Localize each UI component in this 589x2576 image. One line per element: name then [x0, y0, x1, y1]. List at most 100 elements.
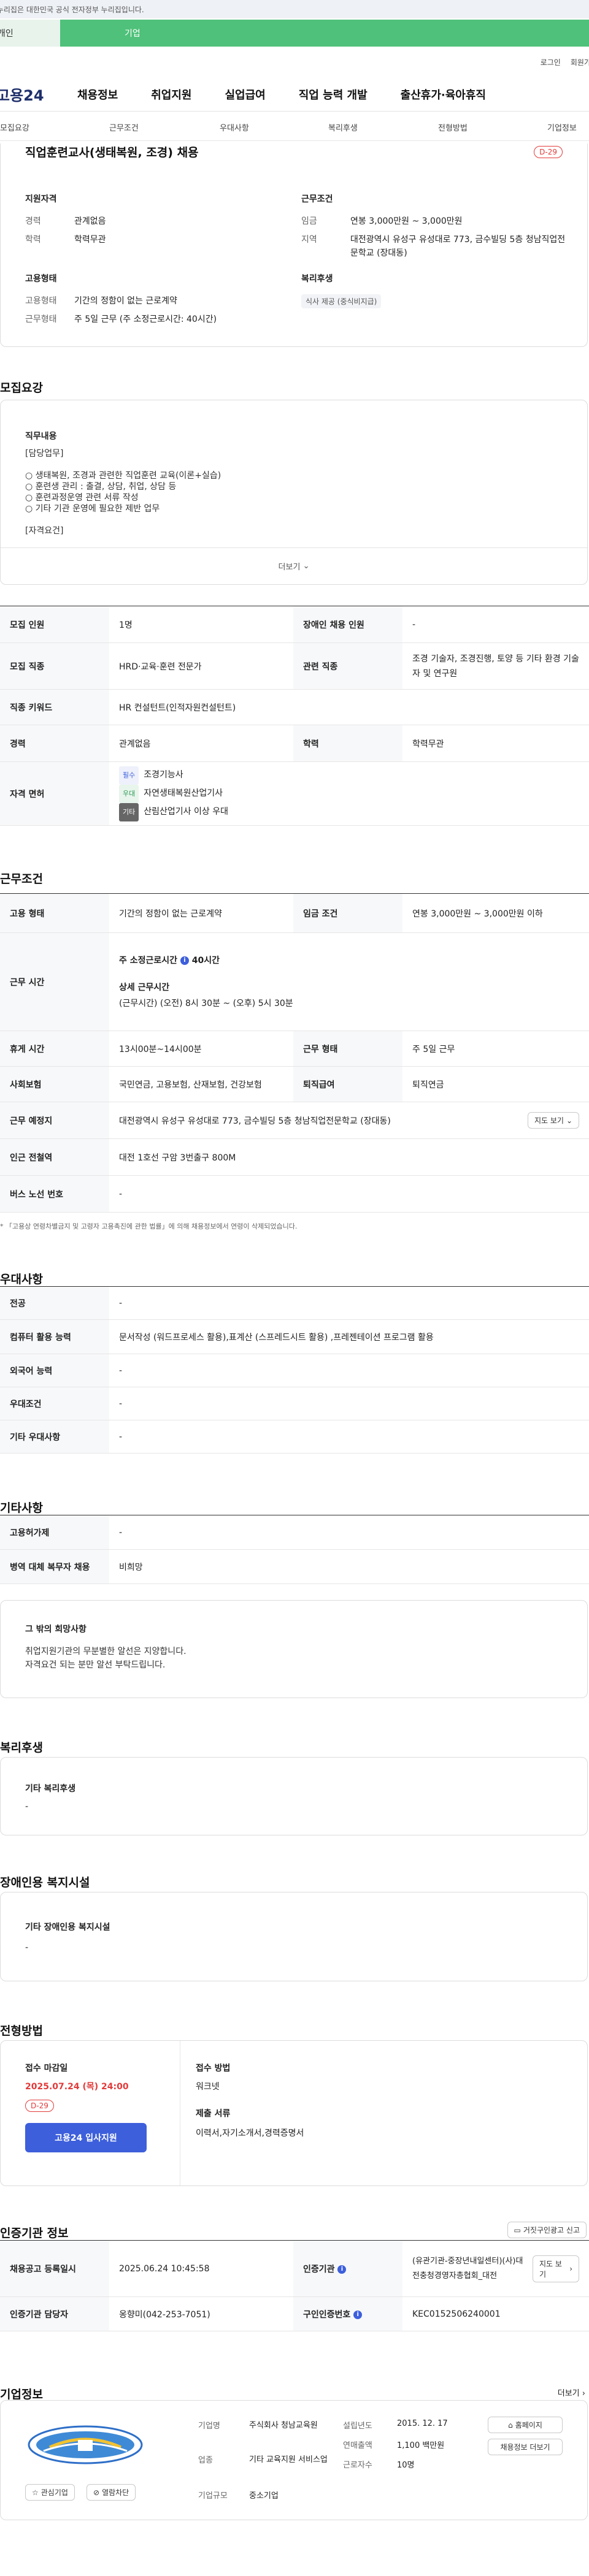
company-more-label: 더보기 [557, 2389, 580, 2398]
section-nav-recruit[interactable]: 모집요강 [0, 121, 29, 133]
company-jobs-button[interactable]: 채용정보 더보기 [488, 2439, 563, 2455]
td-worktype: 주 5일 근무 [402, 1031, 589, 1067]
global-nav: 고용24 채용정보 취업지원 실업급여 직업 능력 개발 출산휴가·육아휴직 [0, 77, 589, 112]
chevron-right-icon: › [569, 2264, 572, 2273]
disability-heading-wrap: 장애인용 복지시설 [0, 1835, 589, 1892]
block-icon: ⊘ [93, 2488, 100, 2497]
sales-key: 연매출액 [343, 2441, 372, 2450]
welfare-card: 기타 복리후생 - [0, 1757, 588, 1835]
th-insurance: 사회보험 [0, 1066, 109, 1102]
tab-personal-label: 개인 [0, 29, 13, 39]
company-logo [25, 2423, 145, 2467]
logo[interactable]: 고용24 [0, 83, 64, 105]
disability-card: 기타 장애인용 복지시설 - [0, 1892, 588, 1981]
company-card: ☆ 관심기업 ⊘ 열람차단 기업명 주식회사 청남교육원 업종 기타 교육지원 서비… [0, 2400, 588, 2520]
homepage-button[interactable]: ⌂ 홈페이지 [488, 2417, 563, 2433]
wage-value: 연봉 3,000만원 ~ 3,000만원 [350, 216, 463, 226]
hope-title: 그 밖의 희망사항 [25, 1625, 87, 1634]
agency-map-button[interactable]: 지도 보기 › [533, 2255, 579, 2282]
th-career: 경력 [0, 725, 109, 762]
login-link[interactable]: 로그인 [541, 57, 561, 67]
info-icon[interactable]: i [180, 956, 189, 965]
hope-line: 취업지원기관의 무분별한 알선은 지양합니다. [25, 1647, 187, 1656]
agency-map-label: 지도 보기 [539, 2259, 562, 2279]
recruit-section-title: 모집요강 [0, 381, 43, 395]
th-related: 관련 직종 [293, 642, 402, 690]
cond-block: 근무조건 임금 연봉 3,000만원 ~ 3,000만원 지역 대전광역시 유성구 … [301, 192, 571, 265]
info-icon[interactable]: i [353, 2310, 363, 2319]
name-value: 주식회사 청남교육원 [249, 2421, 318, 2430]
th-lang: 외국어 능력 [0, 1354, 109, 1387]
cert-table: 채용공고 등록일시 2025.06.24 10:45:58 인증기관 i (유관… [0, 2240, 589, 2331]
th-agency: 인증기관 i [293, 2240, 402, 2297]
th-job: 모집 직종 [0, 642, 109, 690]
job-line: ○ 생태복원, 조경과 관련한 직업훈련 교육(이론+실습) [25, 471, 221, 481]
welfare-title: 기타 복리후생 [25, 1784, 76, 1794]
license-name: 자연생태복원산업기사 [144, 788, 223, 798]
td-cond: - [109, 1387, 589, 1420]
section-nav-welfare[interactable]: 복리후생 [328, 121, 358, 133]
hope-body: 취업지원기관의 무분별한 알선은 지양합니다. 자격요건 되는 분만 알선 부탁… [25, 1645, 187, 1672]
company-more-link[interactable]: 더보기 › [558, 2387, 585, 2398]
welfare-heading-wrap: 복리후생 [0, 1698, 589, 1757]
age-note: * 「고용상 연령차별금지 및 고령자 고용촉진에 관한 법률」에 의해 채용정… [0, 1222, 298, 1230]
section-nav-pref[interactable]: 우대사항 [220, 121, 249, 133]
more-button[interactable]: 더보기 ⌄ [1, 547, 587, 584]
map-button[interactable]: 지도 보기 ⌄ [527, 1112, 579, 1129]
apply-button[interactable]: 고용24 입사지원 [25, 2123, 147, 2152]
etc-section-title: 기타사항 [0, 1501, 43, 1515]
td-reg: 2025.06.24 10:45:58 [109, 2240, 293, 2297]
company-section-title: 기업정보 [0, 2388, 43, 2401]
td-manager: 옹향미(042-253-7051) [109, 2296, 293, 2331]
section-nav-selection[interactable]: 전형방법 [438, 121, 468, 133]
star-icon: ☆ [32, 2488, 39, 2497]
hours-detail-label: 상세 근무시간 [119, 982, 170, 993]
gnb-item-leave[interactable]: 출산휴가·육아휴직 [401, 86, 486, 102]
th-num: 구인인증번호 i [293, 2296, 402, 2331]
company-logo-image [28, 2425, 143, 2464]
td-emptype: 기간의 정함이 없는 근로계약 [109, 893, 293, 933]
section-nav-work[interactable]: 근무조건 [109, 121, 139, 133]
td-computer: 문서작성 (워드프로세스 활용),표계산 (스프레드시트 활용) ,프레젠테이션… [109, 1319, 589, 1354]
section-nav: 모집요강 근무조건 우대사항 복리후생 전형방법 기업정보 [0, 112, 589, 141]
th-hours: 근무 시간 [0, 932, 109, 1031]
th-bus: 버스 노선 번호 [0, 1175, 109, 1213]
section-nav-company[interactable]: 기업정보 [547, 121, 577, 133]
th-worktype: 근무 형태 [293, 1031, 402, 1067]
hope-line: 자격요건 되는 분만 알선 부탁드립니다. [25, 1660, 166, 1670]
hours-detail-value: (근무시간) (오전) 8시 30분 ~ (오후) 5시 30분 [119, 998, 293, 1008]
gov-banner-text: 이 누리집은 대한민국 공식 전자정부 누리집입니다. [0, 5, 144, 14]
td-disabled: - [402, 606, 589, 643]
info-icon[interactable]: i [337, 2265, 347, 2274]
hours-main-value: 40시간 [191, 955, 220, 966]
interest-button[interactable]: ☆ 관심기업 [25, 2484, 75, 2501]
gnb-item-unemployment[interactable]: 실업급여 [225, 86, 266, 102]
gov-banner: 이 누리집은 대한민국 공식 전자정부 누리집입니다. [0, 0, 589, 18]
gnb-item-jobs[interactable]: 채용정보 [77, 86, 118, 102]
join-link[interactable]: 회원가입 [571, 57, 589, 67]
work-table: 고용 형태 기간의 정함이 없는 근로계약 임금 조건 연봉 3,000만원 ~… [0, 893, 589, 1213]
docs-title: 제출 서류 [196, 2109, 231, 2119]
td-count: 1명 [109, 606, 293, 643]
gnb-item-training[interactable]: 직업 능력 개발 [299, 86, 368, 102]
license-tag: 필수 [119, 766, 139, 785]
emptype-value: 기간의 정함이 없는 근로계약 [74, 296, 177, 306]
apply-button-label: 고용24 입사지원 [55, 2133, 117, 2143]
job-line-blank [25, 459, 221, 470]
td-etcpref: - [109, 1420, 589, 1454]
job-content-card: 직무내용 [담당업무] ○ 생태복원, 조경과 관련한 직업훈련 교육(이론+실… [0, 400, 588, 585]
gnb-item-support[interactable]: 취업지원 [151, 86, 191, 102]
user-type-tabs: 개인 기업 [0, 18, 589, 47]
license-item: 필수 조경기능사 [119, 766, 579, 785]
td-hours: 주 소정근로시간 i 40시간 상세 근무시간 (근무시간) (오전) 8시 3… [109, 932, 589, 1031]
company-heading-wrap: 기업정보 더보기 › [0, 2331, 589, 2401]
edu-value: 학력무관 [74, 235, 106, 245]
report-button[interactable]: ▭ 거짓구인광고 신고 [507, 2222, 587, 2238]
cond-title: 근무조건 [301, 194, 333, 204]
tab-corporate[interactable]: 기업 [60, 20, 589, 47]
job-line-blank [25, 514, 221, 525]
tab-personal[interactable]: 개인 [0, 20, 60, 47]
agency-key: 인증기관 [303, 2264, 335, 2274]
disability-value: - [25, 1943, 29, 1953]
block-button[interactable]: ⊘ 열람차단 [87, 2484, 136, 2501]
